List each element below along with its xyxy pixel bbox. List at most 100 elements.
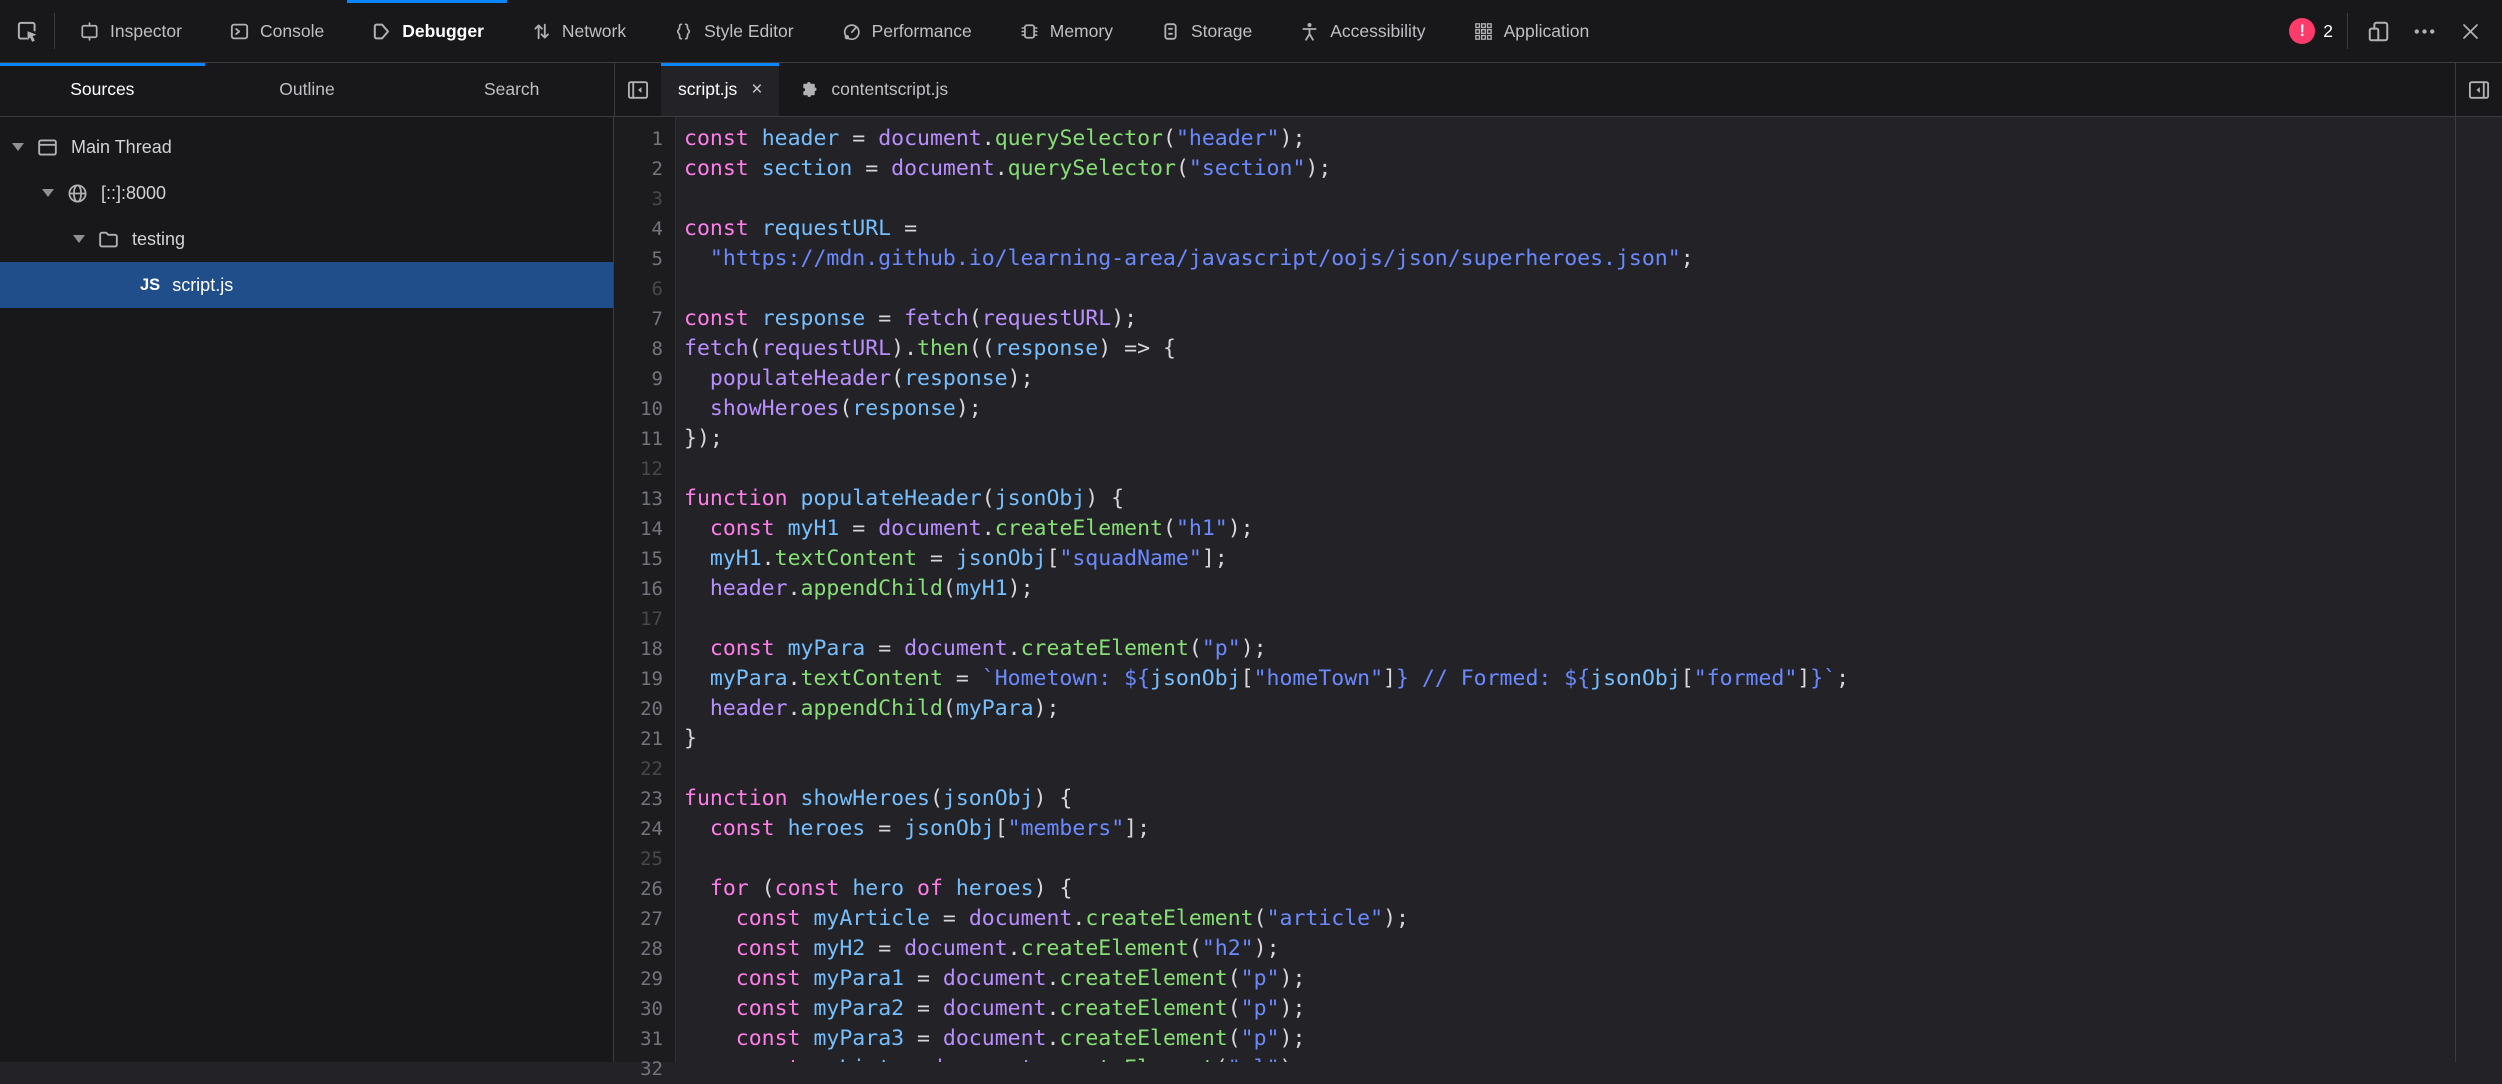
tree-item-script-js[interactable]: JSscript.js bbox=[0, 262, 613, 308]
editor-code[interactable]: const header = document.querySelector("h… bbox=[676, 117, 2455, 1062]
line-number[interactable]: 22 bbox=[614, 754, 663, 784]
style-editor-icon bbox=[672, 20, 695, 43]
code-line-29: const myPara1 = document.createElement("… bbox=[684, 964, 2455, 994]
tree-item--8000[interactable]: [::]:8000 bbox=[0, 170, 613, 216]
line-number[interactable]: 16 bbox=[614, 574, 663, 604]
tool-tab-performance[interactable]: Performance bbox=[817, 0, 995, 62]
line-number[interactable]: 9 bbox=[614, 364, 663, 394]
tool-tab-storage[interactable]: Storage bbox=[1136, 0, 1275, 62]
code-line-22 bbox=[684, 754, 2455, 784]
source-tabbar: script.js×contentscript.js bbox=[615, 63, 2455, 116]
code-line-8: fetch(requestURL).then((response) => { bbox=[684, 334, 2455, 364]
application-icon bbox=[1472, 20, 1495, 43]
tool-tab-console[interactable]: Console bbox=[205, 0, 347, 62]
responsive-design-mode-button[interactable] bbox=[2362, 11, 2394, 51]
line-number[interactable]: 24 bbox=[614, 814, 663, 844]
responsive-design-mode-icon bbox=[2366, 19, 2391, 44]
line-number[interactable]: 17 bbox=[614, 604, 663, 634]
sidebar-tab-sources[interactable]: Sources bbox=[0, 63, 205, 116]
tool-tab-accessibility[interactable]: Accessibility bbox=[1275, 0, 1448, 62]
tool-tab-label: Console bbox=[260, 21, 324, 42]
code-line-3 bbox=[684, 184, 2455, 214]
line-number[interactable]: 14 bbox=[614, 514, 663, 544]
tree-item-testing[interactable]: testing bbox=[0, 216, 613, 262]
source-tab-script-js[interactable]: script.js× bbox=[661, 63, 779, 116]
source-tab-contentscript-js[interactable]: contentscript.js bbox=[779, 63, 965, 116]
collapsed-right-panel bbox=[2455, 117, 2502, 1062]
line-number[interactable]: 15 bbox=[614, 544, 663, 574]
line-number[interactable]: 8 bbox=[614, 334, 663, 364]
line-number[interactable]: 27 bbox=[614, 904, 663, 934]
line-number[interactable]: 3 bbox=[614, 184, 663, 214]
collapse-left-pane-icon bbox=[625, 77, 651, 103]
memory-icon bbox=[1018, 20, 1041, 43]
line-number[interactable]: 32 bbox=[614, 1054, 663, 1084]
error-badge[interactable]: ! 2 bbox=[2289, 18, 2333, 44]
editor-gutter[interactable]: 1234567891011121314151617181920212223242… bbox=[614, 117, 676, 1062]
line-number[interactable]: 19 bbox=[614, 664, 663, 694]
line-number[interactable]: 4 bbox=[614, 214, 663, 244]
line-number[interactable]: 26 bbox=[614, 874, 663, 904]
element-picker-button[interactable] bbox=[0, 0, 54, 62]
sidebar-tabs: SourcesOutlineSearch bbox=[0, 63, 615, 116]
line-number[interactable]: 11 bbox=[614, 424, 663, 454]
tool-tab-application[interactable]: Application bbox=[1449, 0, 1613, 62]
line-number[interactable]: 29 bbox=[614, 964, 663, 994]
sources-tree-panel: Main Thread[::]:8000testingJSscript.js bbox=[0, 117, 614, 1062]
line-number[interactable]: 13 bbox=[614, 484, 663, 514]
line-number[interactable]: 12 bbox=[614, 454, 663, 484]
code-line-21: } bbox=[684, 724, 2455, 754]
code-line-11: }); bbox=[684, 424, 2455, 454]
window-icon-glyph bbox=[35, 135, 60, 160]
sidebar-tab-outline[interactable]: Outline bbox=[205, 63, 410, 116]
tool-tab-inspector[interactable]: Inspector bbox=[55, 0, 205, 62]
console-icon bbox=[228, 20, 251, 43]
tool-tab-label: Storage bbox=[1191, 21, 1252, 42]
line-number[interactable]: 18 bbox=[614, 634, 663, 664]
close-devtools-button[interactable] bbox=[2454, 11, 2486, 51]
line-number[interactable]: 23 bbox=[614, 784, 663, 814]
code-line-23: function showHeroes(jsonObj) { bbox=[684, 784, 2455, 814]
code-line-1: const header = document.querySelector("h… bbox=[684, 124, 2455, 154]
tree-item-label: Main Thread bbox=[71, 137, 172, 158]
line-number[interactable]: 10 bbox=[614, 394, 663, 424]
globe-icon bbox=[65, 181, 90, 206]
twisty-expanded-icon[interactable] bbox=[42, 189, 54, 197]
code-editor[interactable]: 1234567891011121314151617181920212223242… bbox=[614, 117, 2455, 1062]
tool-tab-label: Debugger bbox=[402, 21, 484, 42]
line-number[interactable]: 28 bbox=[614, 934, 663, 964]
line-number[interactable]: 2 bbox=[614, 154, 663, 184]
source-tabs: script.js×contentscript.js bbox=[661, 63, 965, 116]
extension-puzzle-icon bbox=[796, 77, 821, 102]
code-line-27: const myArticle = document.createElement… bbox=[684, 904, 2455, 934]
line-number[interactable]: 30 bbox=[614, 994, 663, 1024]
error-icon: ! bbox=[2289, 18, 2315, 44]
code-line-24: const heroes = jsonObj["members"]; bbox=[684, 814, 2455, 844]
toggle-right-panel-button[interactable] bbox=[2455, 63, 2502, 116]
close-tab-icon[interactable]: × bbox=[751, 80, 762, 99]
line-number[interactable]: 20 bbox=[614, 694, 663, 724]
tool-tab-network[interactable]: Network bbox=[507, 0, 649, 62]
meatball-menu-button[interactable] bbox=[2408, 11, 2440, 51]
tool-tab-debugger[interactable]: Debugger bbox=[347, 0, 507, 62]
tool-tab-style-editor[interactable]: Style Editor bbox=[649, 0, 816, 62]
tool-tab-memory[interactable]: Memory bbox=[995, 0, 1136, 62]
line-number[interactable]: 1 bbox=[614, 124, 663, 154]
line-number[interactable]: 31 bbox=[614, 1024, 663, 1054]
code-line-16: header.appendChild(myH1); bbox=[684, 574, 2455, 604]
line-number[interactable]: 21 bbox=[614, 724, 663, 754]
twisty-expanded-icon[interactable] bbox=[73, 235, 85, 243]
error-count: 2 bbox=[2323, 21, 2333, 42]
line-number[interactable]: 7 bbox=[614, 304, 663, 334]
code-line-4: const requestURL = bbox=[684, 214, 2455, 244]
line-number[interactable]: 25 bbox=[614, 844, 663, 874]
line-number[interactable]: 6 bbox=[614, 274, 663, 304]
code-line-15: myH1.textContent = jsonObj["squadName"]; bbox=[684, 544, 2455, 574]
twisty-expanded-icon[interactable] bbox=[12, 143, 24, 151]
tree-item-main-thread[interactable]: Main Thread bbox=[0, 124, 613, 170]
tree-item-label: testing bbox=[132, 229, 185, 250]
sidebar-tab-search[interactable]: Search bbox=[409, 63, 614, 116]
debugger-icon bbox=[370, 20, 393, 43]
line-number[interactable]: 5 bbox=[614, 244, 663, 274]
toggle-sources-panel-button[interactable] bbox=[615, 63, 661, 116]
